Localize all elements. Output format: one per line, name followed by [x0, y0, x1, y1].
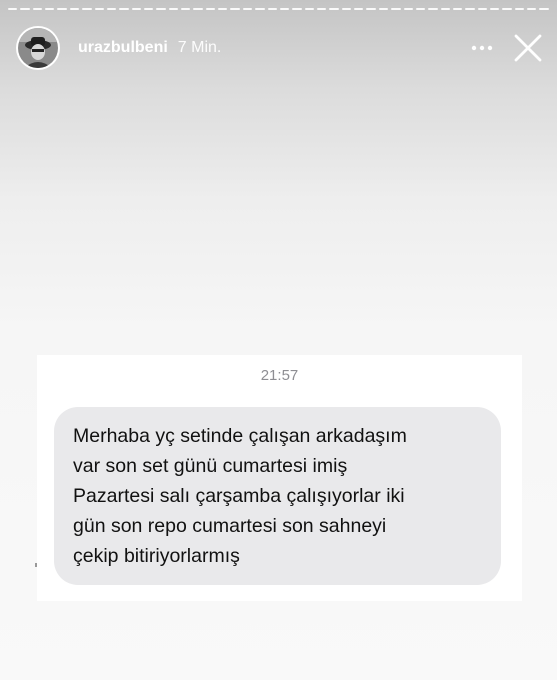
story-progress-segment [440, 8, 450, 10]
story-progress-segment [502, 8, 512, 10]
story-progress-segment [279, 8, 290, 10]
story-progress-segment [267, 8, 277, 10]
story-progress-segment [329, 8, 339, 10]
story-progress-segment [452, 8, 463, 10]
story-progress-segment [57, 8, 67, 10]
story-progress-segment [156, 8, 166, 10]
story-progress-segment [391, 8, 401, 10]
story-progress-segment [477, 8, 488, 10]
message-timestamp: 21:57 [260, 367, 299, 384]
story-progress-segment [181, 8, 191, 10]
message-line: Pazartesi salı çarşamba çalışıyorlar iki [73, 485, 405, 507]
story-progress-segment [366, 8, 376, 10]
story-username[interactable]: urazbulbeni [78, 39, 168, 57]
story-progress-segment [94, 8, 104, 10]
story-progress-segment [415, 8, 426, 10]
close-icon[interactable] [513, 33, 543, 63]
story-progress-segment [32, 8, 43, 10]
message-bubble: Merhaba yç setinde çalışan arkadaşım var… [54, 407, 501, 585]
story-progress-segment [304, 8, 314, 10]
story-progress-segment [403, 8, 413, 10]
story-progress-segment [292, 8, 302, 10]
story-progress-segment [378, 8, 389, 10]
edge-artifact [35, 563, 37, 567]
message-line: Merhaba yç setinde çalışan arkadaşım [73, 425, 407, 447]
story-progress-segment [8, 8, 18, 10]
story-progress-segment [205, 8, 216, 10]
story-progress-segment [82, 8, 92, 10]
profile-avatar-image [18, 28, 58, 68]
story-progress-segment [341, 8, 352, 10]
story-progress-segment [465, 8, 475, 10]
story-progress-segment [218, 8, 228, 10]
story-header: urazbulbeni 7 Min. [16, 24, 543, 72]
message-line: var son set günü cumartesi imiş [73, 455, 348, 477]
story-progress-bar [8, 8, 549, 11]
message-screenshot-card: 21:57 Merhaba yç setinde çalışan arkadaş… [37, 355, 522, 601]
story-progress-segment [539, 8, 549, 10]
story-progress-segment [45, 8, 55, 10]
story-progress-segment [131, 8, 141, 10]
story-progress-segment [316, 8, 327, 10]
story-progress-segment [193, 8, 203, 10]
story-progress-segment [168, 8, 179, 10]
story-progress-segment [527, 8, 537, 10]
story-progress-segment [490, 8, 500, 10]
story-progress-segment [20, 8, 30, 10]
story-progress-segment [119, 8, 129, 10]
story-progress-segment [69, 8, 80, 10]
story-progress-segment [428, 8, 438, 10]
story-progress-segment [143, 8, 154, 10]
message-line: çekip bitiriyorlarmış [73, 545, 240, 567]
story-progress-segment [106, 8, 117, 10]
message-line: gün son repo cumartesi son sahneyi [73, 515, 387, 537]
more-horizontal-icon[interactable] [469, 35, 495, 61]
story-progress-segment [514, 8, 525, 10]
story-time-ago: 7 Min. [177, 39, 222, 56]
story-progress-segment [242, 8, 253, 10]
story-progress-segment [255, 8, 265, 10]
story-progress-segment [354, 8, 364, 10]
story-progress-segment [230, 8, 240, 10]
avatar[interactable] [16, 26, 60, 70]
